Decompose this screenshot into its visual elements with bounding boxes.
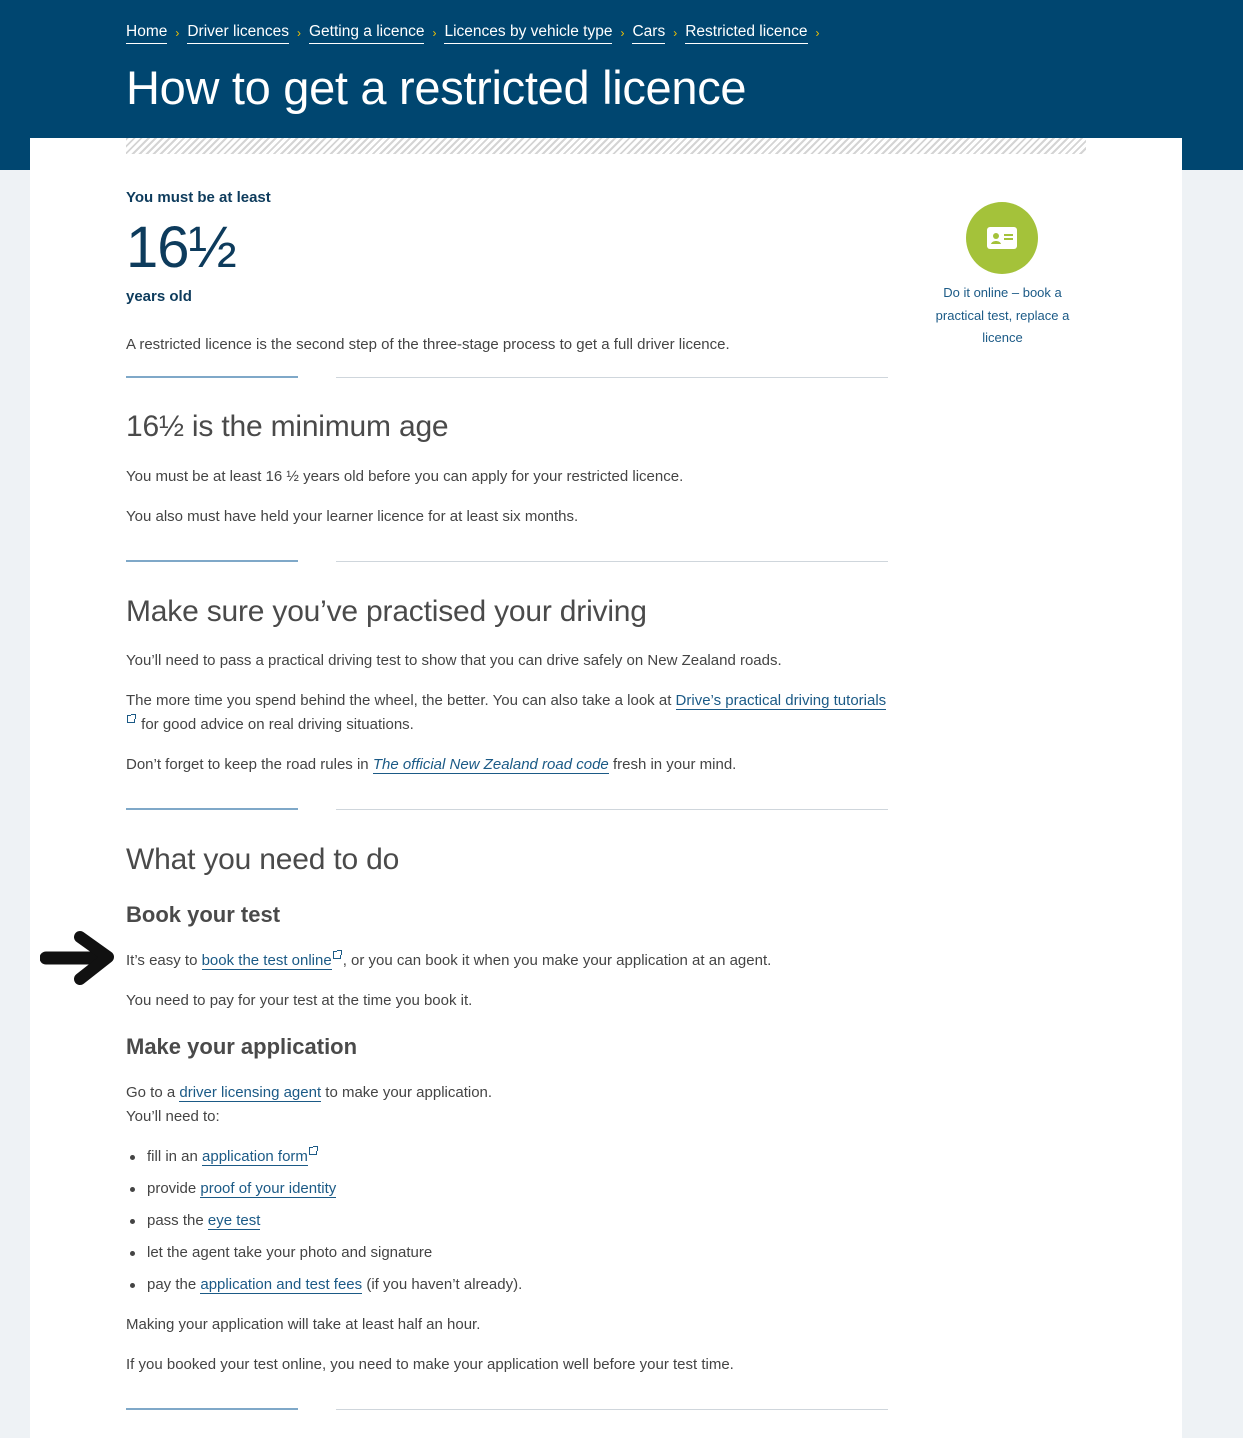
book-paragraph-1: It’s easy to book the test online, or yo… <box>126 950 772 970</box>
section-divider <box>126 808 888 810</box>
heading-practise-driving: Make sure you’ve practised your driving <box>126 595 647 628</box>
chevron-right-icon: › <box>432 26 437 40</box>
heading-book-your-test: Book your test <box>126 902 281 927</box>
section-divider <box>126 376 888 378</box>
external-link-icon <box>308 1146 318 1155</box>
list-item: let the agent take your photo and signat… <box>126 1241 522 1273</box>
arrow-right-icon <box>40 931 114 985</box>
list-item: pass the eye test <box>126 1209 522 1241</box>
chevron-right-icon: › <box>175 26 180 40</box>
decorative-hatch <box>126 138 1086 154</box>
breadcrumb-getting-a-licence[interactable]: Getting a licence <box>309 22 425 44</box>
licence-card-icon <box>987 227 1017 249</box>
breadcrumb-driver-licences[interactable]: Driver licences <box>187 22 289 44</box>
main-content-card: You must be at least 16½ years old A res… <box>30 138 1182 1438</box>
apply-paragraph-1: Go to a driver licensing agent to make y… <box>126 1084 493 1125</box>
chevron-right-icon: › <box>673 26 678 40</box>
road-code-link[interactable]: The official New Zealand road code <box>372 756 609 774</box>
drive-tutorials-link[interactable]: Drive’s practical driving tutorials <box>675 692 887 710</box>
heading-minimum-age: 16½ is the minimum age <box>126 410 449 443</box>
licensing-agent-link[interactable]: driver licensing agent <box>179 1084 322 1102</box>
age-label: You must be at least <box>126 189 271 206</box>
fees-link[interactable]: application and test fees <box>200 1276 363 1294</box>
breadcrumb-cars[interactable]: Cars <box>632 22 666 44</box>
section-divider <box>126 560 888 562</box>
age-value: 16½ <box>126 215 237 280</box>
do-it-online-link[interactable]: Do it online – book a practical test, re… <box>920 282 1085 350</box>
heading-what-to-do: What you need to do <box>126 843 400 876</box>
apply-paragraph-2: Making your application will take at lea… <box>126 1316 481 1333</box>
breadcrumb-licences-by-vehicle-type[interactable]: Licences by vehicle type <box>444 22 613 44</box>
list-item: pay the application and test fees (if yo… <box>126 1273 522 1305</box>
section-divider <box>126 1408 888 1410</box>
external-link-icon <box>127 714 136 723</box>
chevron-right-icon: › <box>297 26 301 40</box>
practise-paragraph-1: You’ll need to pass a practical driving … <box>126 652 782 669</box>
min-age-paragraph-1: You must be at least 16 ½ years old befo… <box>126 468 684 485</box>
chevron-right-icon: › <box>815 26 820 40</box>
page-title: How to get a restricted licence <box>126 61 747 114</box>
practise-paragraph-2: The more time you spend behind the wheel… <box>126 692 887 733</box>
list-item: fill in an application form <box>126 1145 522 1177</box>
eye-test-link[interactable]: eye test <box>207 1212 261 1230</box>
book-paragraph-2: You need to pay for your test at the tim… <box>126 992 473 1009</box>
age-unit: years old <box>126 288 192 305</box>
external-link-icon <box>332 950 342 959</box>
application-form-link[interactable]: application form <box>202 1148 308 1166</box>
breadcrumb-home[interactable]: Home <box>126 22 168 44</box>
chevron-right-icon: › <box>620 26 625 40</box>
practise-paragraph-3: Don’t forget to keep the road rules in T… <box>126 756 737 774</box>
book-test-online-link[interactable]: book the test online <box>201 952 332 970</box>
breadcrumb: Home › Driver licences › Getting a licen… <box>126 22 828 44</box>
breadcrumb-restricted-licence[interactable]: Restricted licence <box>685 22 808 44</box>
proof-of-identity-link[interactable]: proof of your identity <box>200 1180 337 1198</box>
intro-text: A restricted licence is the second step … <box>126 336 730 353</box>
requirements-list: fill in an application form provide proo… <box>126 1145 522 1305</box>
do-it-online-button[interactable] <box>966 202 1038 274</box>
list-item: provide proof of your identity <box>126 1177 522 1209</box>
min-age-paragraph-2: You also must have held your learner lic… <box>126 508 579 525</box>
heading-make-application: Make your application <box>126 1034 358 1059</box>
apply-paragraph-3: If you booked your test online, you need… <box>126 1356 734 1373</box>
